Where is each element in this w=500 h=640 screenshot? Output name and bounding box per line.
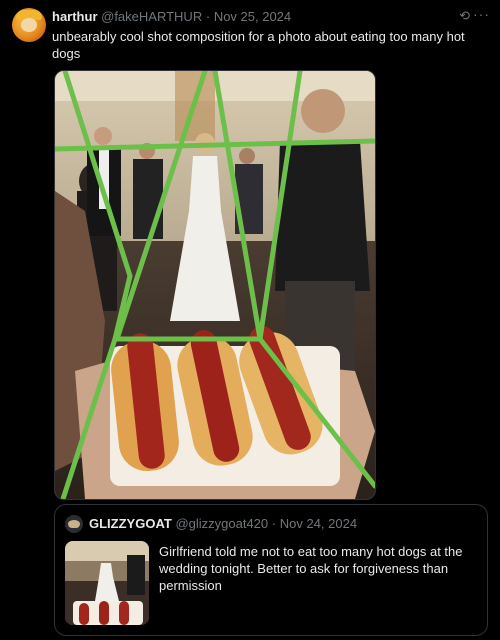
avatar-mark bbox=[68, 520, 80, 528]
tweet-photo[interactable] bbox=[54, 70, 376, 500]
wedding-hotdog-thumbnail bbox=[65, 541, 149, 625]
grok-icon[interactable]: ⟲ bbox=[459, 8, 470, 24]
quoted-separator-dot: · bbox=[271, 516, 277, 531]
tweet-header: harthur @fakeHARTHUR · Nov 25, 2024 bbox=[52, 9, 488, 27]
author-avatar[interactable] bbox=[12, 8, 46, 42]
quoted-tweet[interactable]: GLIZZYGOAT @glizzygoat420 · Nov 24, 2024… bbox=[54, 504, 488, 636]
quoted-tweet-header: GLIZZYGOAT @glizzygoat420 · Nov 24, 2024 bbox=[89, 516, 357, 531]
quoted-tweet-text: Girlfriend told me not to eat too many h… bbox=[159, 544, 463, 593]
quoted-author-avatar[interactable] bbox=[65, 515, 83, 533]
author-name[interactable]: harthur bbox=[52, 9, 98, 24]
separator-dot: · bbox=[205, 9, 211, 24]
tweet-text: unbearably cool shot composition for a p… bbox=[52, 29, 465, 61]
author-handle[interactable]: @fakeHARTHUR bbox=[101, 9, 202, 24]
quoted-author-name[interactable]: GLIZZYGOAT bbox=[89, 516, 172, 531]
tweet-date[interactable]: Nov 25, 2024 bbox=[214, 9, 291, 24]
quoted-author-handle[interactable]: @glizzygoat420 bbox=[175, 516, 268, 531]
avatar-face bbox=[21, 18, 37, 32]
quoted-tweet-date[interactable]: Nov 24, 2024 bbox=[280, 516, 357, 531]
wedding-hotdog-photo bbox=[55, 71, 375, 499]
more-icon[interactable]: ··· bbox=[473, 6, 490, 22]
quoted-photo-thumbnail[interactable] bbox=[65, 541, 149, 625]
